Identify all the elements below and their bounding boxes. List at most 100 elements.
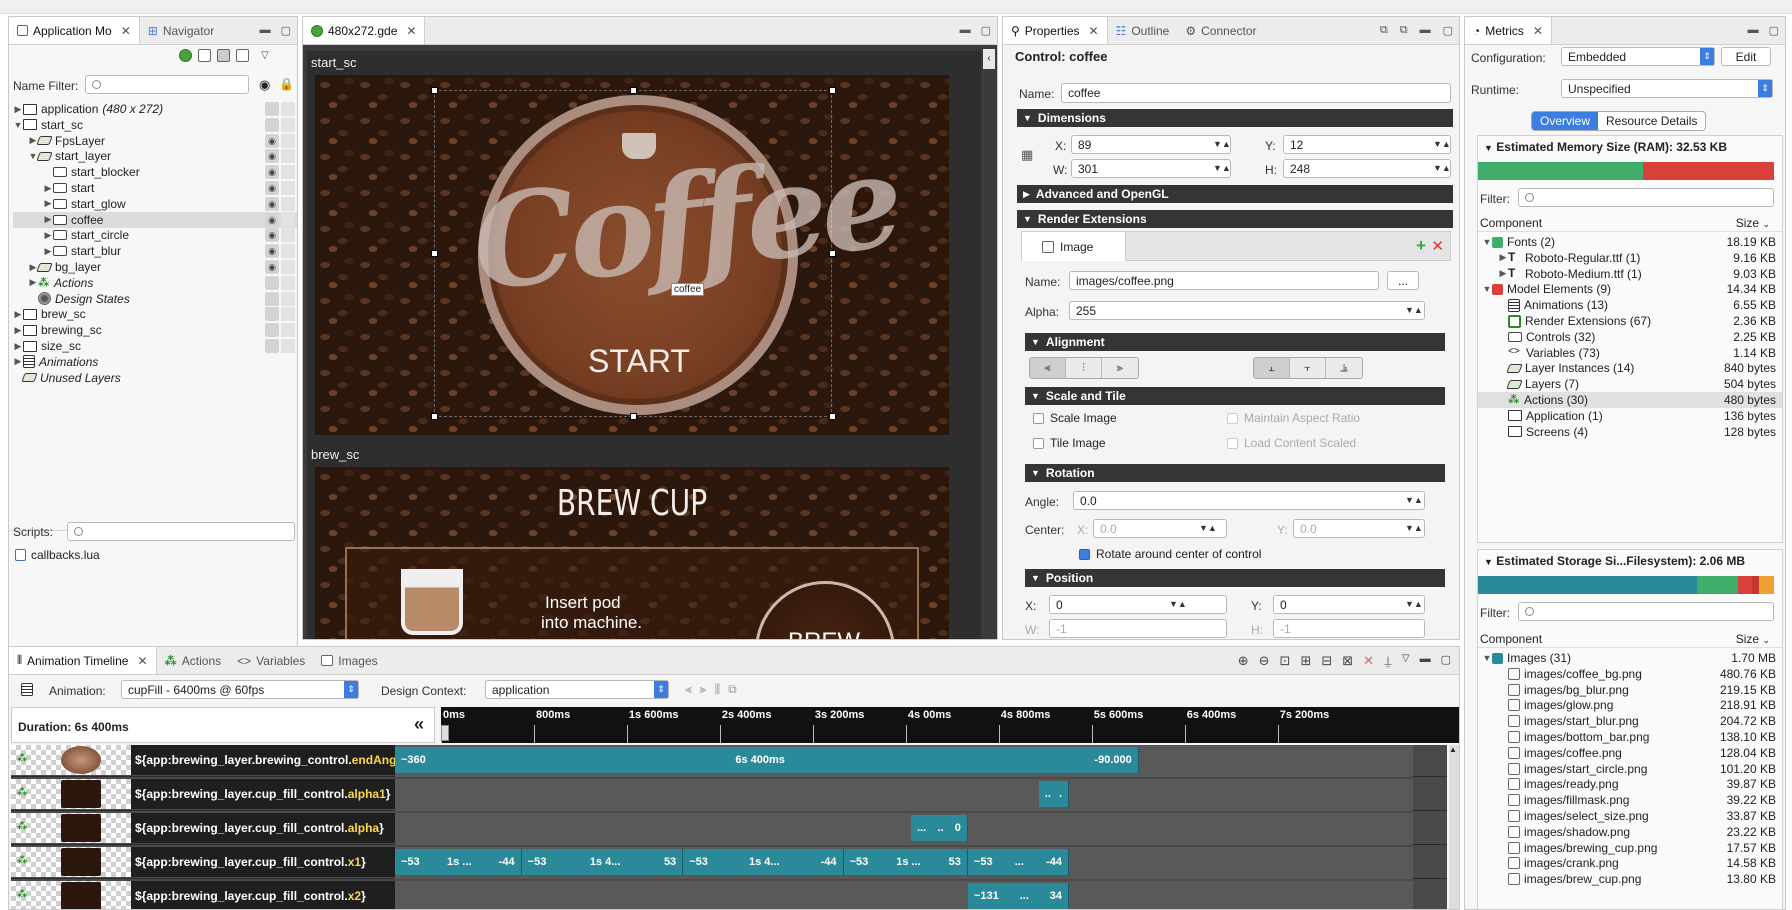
pos-x-spinner[interactable]: ▼▲ bbox=[1169, 599, 1187, 609]
pos-y-spinner[interactable]: ▼▲ bbox=[1405, 599, 1423, 609]
lock-cell[interactable] bbox=[281, 260, 295, 274]
script-item[interactable]: callbacks.lua bbox=[15, 548, 100, 562]
eye-icon[interactable]: ◉ bbox=[265, 228, 279, 243]
eye-icon[interactable]: ◉ bbox=[265, 196, 279, 211]
chevron-down-icon[interactable]: ▼ bbox=[1482, 284, 1492, 294]
minimize-icon[interactable]: ▬ bbox=[260, 24, 271, 37]
lock-cell[interactable] bbox=[281, 212, 295, 227]
eye-icon[interactable]: ◉ bbox=[265, 244, 279, 259]
component-row[interactable]: <> Variables (73) 1.14 KB bbox=[1478, 345, 1782, 361]
link-editor-icon[interactable]: ⧉ bbox=[1380, 24, 1388, 37]
tab-actions[interactable]: ⁂ Actions bbox=[157, 647, 230, 674]
distribute-icon[interactable]: ⫼ bbox=[715, 682, 721, 697]
lock-cell[interactable] bbox=[281, 165, 295, 180]
resize-handle-se[interactable] bbox=[829, 413, 836, 420]
animation-segment[interactable]: ~53 1s 4... -44 bbox=[683, 849, 844, 875]
tree-item[interactable]: Design States bbox=[13, 291, 297, 307]
lock-icon[interactable]: 🔒 bbox=[279, 77, 294, 91]
angle-spinner[interactable]: ▼▲ bbox=[1405, 495, 1423, 505]
tree-item[interactable]: ▶ ⁂ Actions bbox=[13, 275, 297, 291]
component-row[interactable]: images/bottom_bar.png 138.10 KB bbox=[1478, 729, 1782, 745]
close-icon[interactable]: ✕ bbox=[121, 24, 131, 38]
component-row[interactable]: ▼ Model Elements (9) 14.34 KB bbox=[1478, 281, 1782, 297]
alpha-field[interactable]: 255 bbox=[1069, 301, 1425, 320]
component-row[interactable]: images/brew_cup.png 13.80 KB bbox=[1478, 871, 1782, 887]
eye-icon[interactable]: ◉ bbox=[265, 260, 279, 274]
animation-segment[interactable]: ~53... -44 bbox=[967, 849, 1069, 875]
timeline-row-label[interactable]: ⁂ ${app:brewing_layer.cup_fill_control.x2… bbox=[11, 881, 395, 909]
component-row[interactable]: ▶ T Roboto-Regular.ttf (1) 9.16 KB bbox=[1478, 250, 1782, 266]
tab-overview[interactable]: Overview bbox=[1532, 112, 1599, 130]
chevron-right-icon[interactable]: ▶ bbox=[43, 214, 53, 225]
lock-cell[interactable] bbox=[281, 307, 295, 322]
animation-segment[interactable]: ... bbox=[1038, 781, 1069, 807]
start-screen-canvas[interactable]: Coffee START coffee bbox=[315, 75, 949, 435]
tree-item[interactable]: ▶ size_sc bbox=[13, 338, 297, 354]
alpha-spinner[interactable]: ▼▲ bbox=[1405, 305, 1423, 315]
name-field[interactable]: coffee bbox=[1061, 83, 1451, 103]
chevron-right-icon[interactable]: ▶ bbox=[1498, 252, 1508, 263]
chevron-down-icon[interactable]: ▼ bbox=[1482, 653, 1492, 663]
component-row[interactable]: Application (1) 136 bytes bbox=[1478, 408, 1782, 424]
col-size[interactable]: Size ⌄ bbox=[1736, 216, 1770, 230]
x-field[interactable]: 89 bbox=[1071, 135, 1231, 154]
tab-variables[interactable]: <> Variables bbox=[229, 647, 313, 674]
timeline-row-label[interactable]: ⁂ ${app:brewing_layer.cup_fill_control.al… bbox=[11, 813, 395, 843]
resize-handle-w[interactable] bbox=[431, 250, 438, 257]
resize-handle-ne[interactable] bbox=[829, 87, 836, 94]
scale-image-checkbox[interactable] bbox=[1033, 412, 1044, 424]
browse-button[interactable]: ... bbox=[1387, 271, 1419, 290]
tab-connector[interactable]: ⚙ Connector bbox=[1177, 17, 1264, 44]
storage-filter-input[interactable] bbox=[1518, 602, 1774, 621]
animation-segment[interactable]: ~131... 34 bbox=[967, 883, 1069, 909]
component-row[interactable]: ▶ T Roboto-Medium.ttf (1) 9.03 KB bbox=[1478, 266, 1782, 282]
component-row[interactable]: ▼ Fonts (2) 18.19 KB bbox=[1478, 234, 1782, 250]
visibility-cell[interactable] bbox=[265, 102, 279, 116]
chevron-down-icon[interactable]: ▼ bbox=[13, 120, 23, 130]
rotate-center-checkbox[interactable] bbox=[1079, 548, 1090, 560]
lock-cell[interactable] bbox=[281, 196, 295, 211]
animation-segment[interactable]: ..... 0 bbox=[910, 815, 968, 841]
configuration-select[interactable]: Embedded ⇕ bbox=[1561, 47, 1715, 66]
minimize-icon[interactable]: ▬ bbox=[1420, 24, 1431, 37]
pos-h-field[interactable]: -1 bbox=[1273, 619, 1425, 638]
section-position[interactable]: Position bbox=[1025, 569, 1445, 587]
tree-item[interactable]: ▶ start_circle ◉ bbox=[13, 227, 297, 243]
zoom-in-icon[interactable]: ⊕ bbox=[1238, 653, 1249, 669]
visibility-cell[interactable] bbox=[265, 275, 279, 290]
tree-item[interactable]: ▶ coffee ◉ bbox=[13, 211, 297, 228]
close-icon[interactable]: ✕ bbox=[406, 24, 416, 38]
collapse-labels-button[interactable]: « bbox=[414, 714, 424, 735]
eye-icon[interactable]: ◉ bbox=[265, 212, 279, 227]
new-view-icon[interactable]: ⧉ bbox=[1400, 24, 1408, 37]
tree-item[interactable]: Unused Layers bbox=[13, 370, 297, 386]
align-bottom-icon[interactable]: ⫡ bbox=[1326, 358, 1362, 378]
component-row[interactable]: ⁂ Actions (30) 480 bytes bbox=[1478, 392, 1782, 408]
component-row[interactable]: images/select_size.png 33.87 KB bbox=[1478, 808, 1782, 824]
timeline-row-label[interactable]: ⁂ ${app:brewing_layer.cup_fill_control.al… bbox=[11, 779, 395, 809]
section-alignment[interactable]: Alignment bbox=[1025, 333, 1445, 351]
rotate-center-check[interactable]: Rotate around center of control bbox=[1079, 547, 1261, 561]
timeline-row-label[interactable]: ⁂ ${app:brewing_layer.cup_fill_control.x1… bbox=[11, 847, 395, 877]
maintain-aspect-checkbox[interactable] bbox=[1227, 412, 1238, 424]
animation-select[interactable]: cupFill - 6400ms @ 60fps ⇕ bbox=[121, 680, 359, 699]
chevron-right-icon[interactable]: ▶ bbox=[28, 277, 38, 288]
tree-item[interactable]: start_blocker ◉ bbox=[13, 164, 297, 180]
section-render-extensions[interactable]: Render Extensions bbox=[1017, 210, 1453, 228]
tree-item[interactable]: ▶ start ◉ bbox=[13, 180, 297, 196]
lock-cell[interactable] bbox=[281, 291, 295, 306]
y-field[interactable]: 12 bbox=[1283, 135, 1451, 154]
lock-cell[interactable] bbox=[281, 181, 295, 195]
maximize-icon[interactable]: ▢ bbox=[1441, 653, 1451, 669]
zoom-out-icon[interactable]: ⊖ bbox=[1259, 653, 1270, 669]
image-name-field[interactable]: images/coffee.png bbox=[1069, 271, 1379, 290]
close-icon[interactable]: ✕ bbox=[1533, 24, 1543, 38]
scroll-up-icon[interactable]: ▲ bbox=[1449, 745, 1457, 754]
component-row[interactable]: images/coffee.png 128.04 KB bbox=[1478, 745, 1782, 761]
close-icon[interactable]: ✕ bbox=[137, 654, 147, 668]
tree-item[interactable]: ▶ start_blur ◉ bbox=[13, 243, 297, 259]
align-left-icon[interactable]: ⫷ bbox=[1030, 358, 1066, 378]
align-top-icon[interactable]: ⫠ bbox=[1254, 358, 1290, 378]
film-icon[interactable]: ⊠ bbox=[1342, 653, 1353, 669]
col-component[interactable]: Component bbox=[1480, 216, 1542, 230]
